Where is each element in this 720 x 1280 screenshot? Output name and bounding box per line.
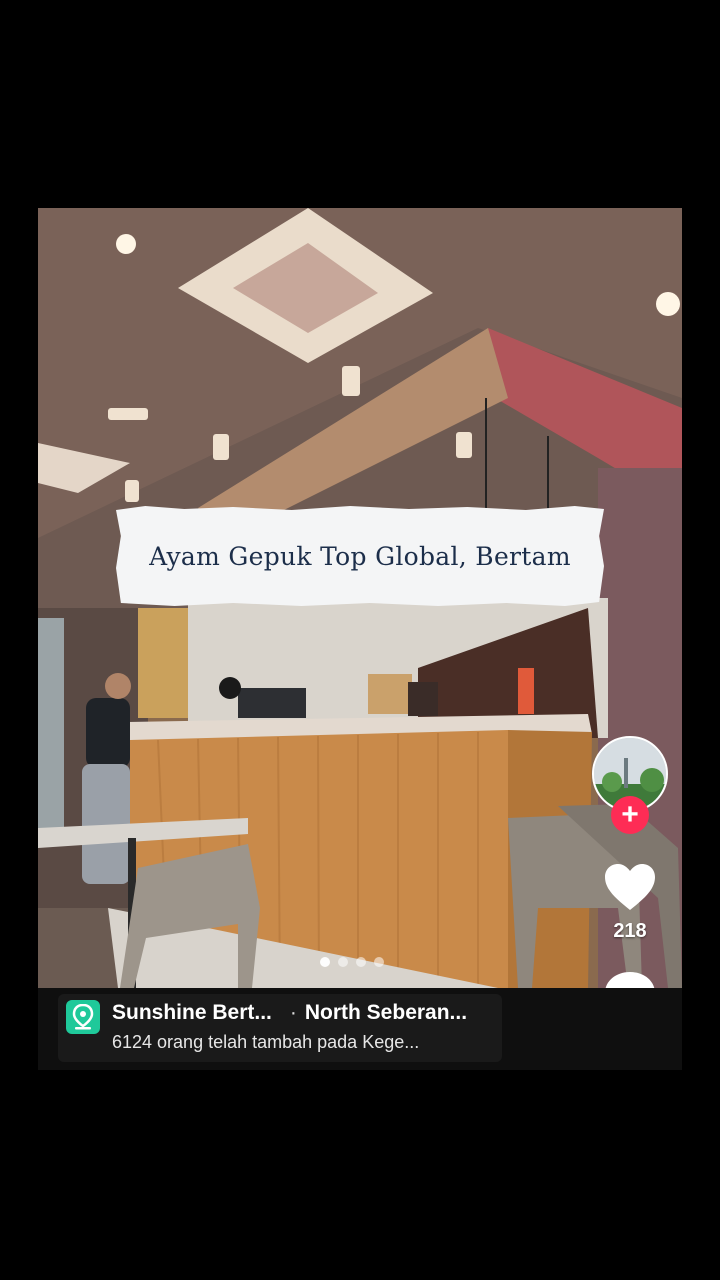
location-pin-icon bbox=[66, 1000, 100, 1034]
heart-icon bbox=[605, 864, 655, 910]
like-button[interactable] bbox=[603, 862, 657, 912]
carousel-indicator bbox=[320, 957, 384, 967]
location-card[interactable]: Sunshine Bert... · North Seberan... 6124 o… bbox=[58, 994, 502, 1062]
location-subtext: 6124 orang telah tambah pada Kege... bbox=[112, 1032, 420, 1052]
carousel-dot[interactable] bbox=[374, 957, 384, 967]
location-place: Sunshine Bert... bbox=[112, 1001, 272, 1024]
location-region: North Seberan... bbox=[304, 1001, 468, 1024]
like-count: 218 bbox=[613, 920, 647, 942]
location-title: Sunshine Bert... · North Seberan... bbox=[112, 1001, 492, 1025]
carousel-dot[interactable] bbox=[356, 957, 366, 967]
carousel-dot[interactable] bbox=[320, 957, 330, 967]
location-separator: · bbox=[289, 1001, 297, 1024]
carousel-dot[interactable] bbox=[338, 957, 348, 967]
follow-button[interactable]: + bbox=[611, 796, 649, 834]
post-caption-banner: Ayam Gepuk Top Global, Bertam bbox=[116, 506, 604, 606]
post-caption-text: Ayam Gepuk Top Global, Bertam bbox=[149, 541, 571, 571]
